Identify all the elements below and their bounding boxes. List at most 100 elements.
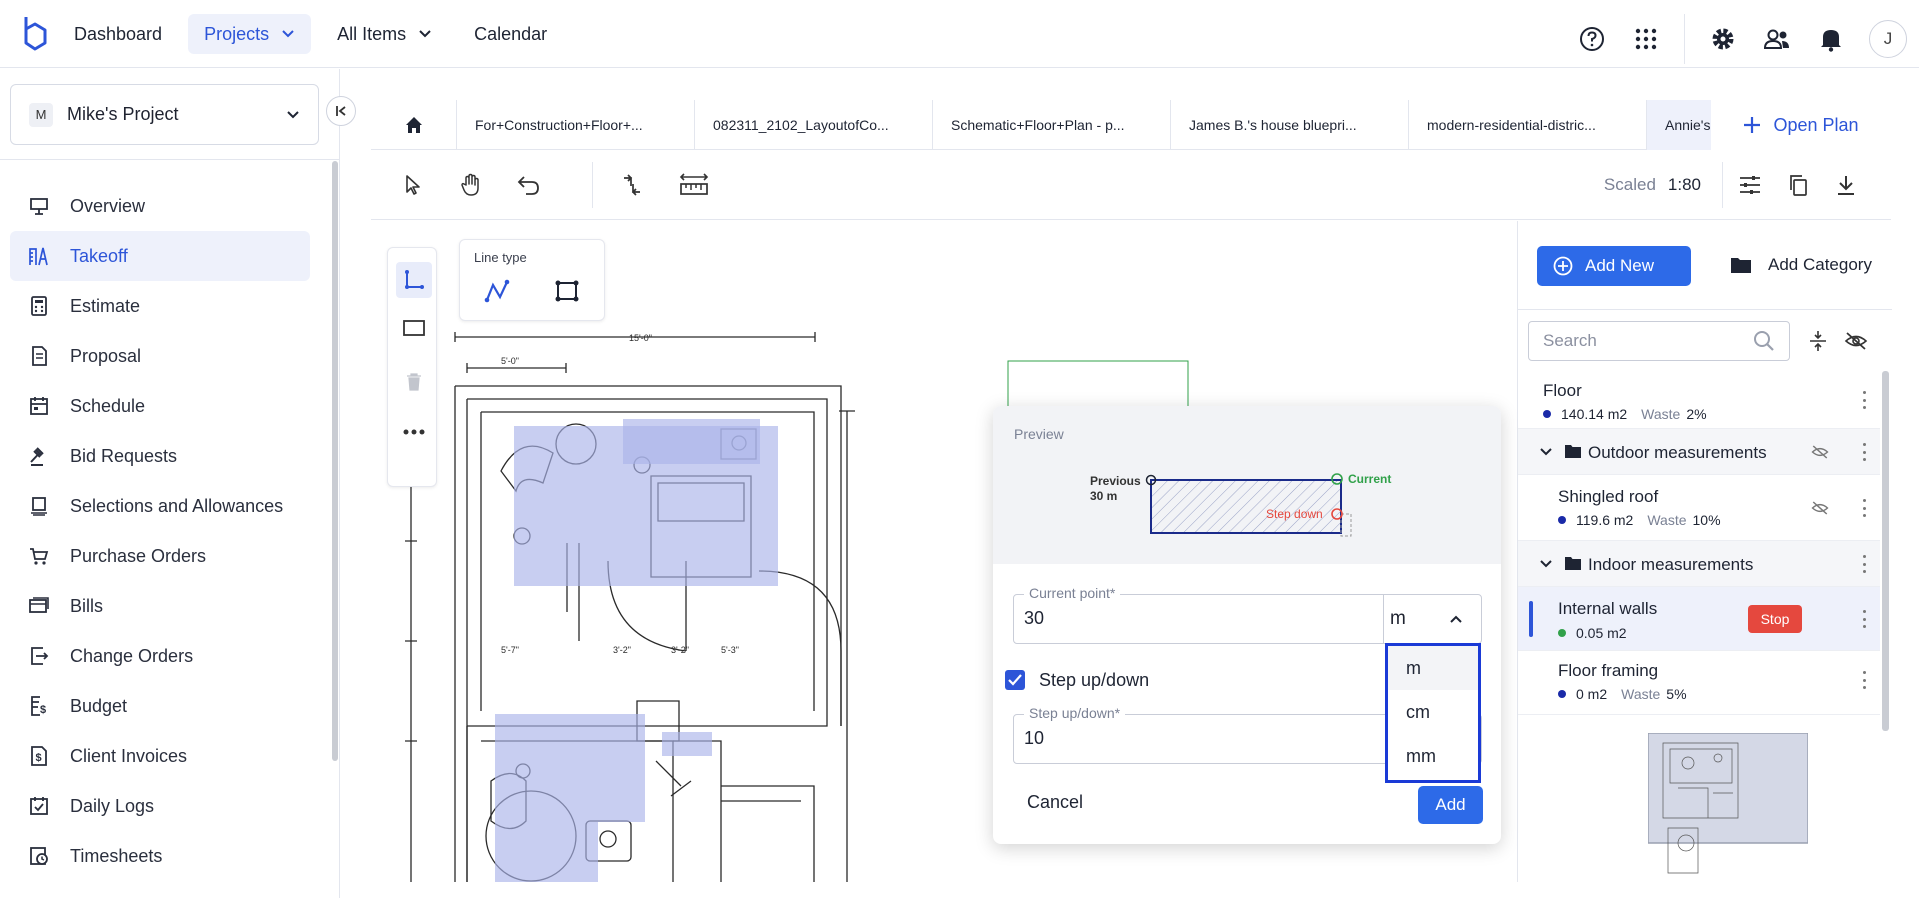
more-vertical-icon[interactable] [1860, 391, 1868, 409]
nav-dashboard[interactable]: Dashboard [58, 14, 178, 54]
preview-area: Preview Previous 30 m Current Step down [993, 406, 1501, 564]
hide-all-button[interactable] [1842, 327, 1870, 355]
sidebar-item-client-invoices[interactable]: $ Client Invoices [10, 731, 310, 781]
area-tool[interactable] [396, 310, 432, 346]
collapse-sidebar-button[interactable] [326, 96, 356, 126]
pan-tool[interactable] [454, 168, 488, 202]
download-button[interactable] [1829, 168, 1863, 202]
apps-grid-icon[interactable] [1630, 23, 1662, 55]
category-row[interactable]: Indoor measurements [1518, 541, 1880, 587]
rotate-button[interactable] [615, 168, 649, 202]
more-vertical-icon[interactable] [1860, 443, 1868, 461]
undo-button[interactable] [512, 168, 546, 202]
users-icon[interactable] [1761, 23, 1793, 55]
nav-dashboard-label: Dashboard [74, 23, 163, 44]
polyline-type-icon[interactable] [484, 278, 510, 304]
more-vertical-icon[interactable] [1860, 555, 1868, 573]
unit-option-mm[interactable]: mm [1388, 734, 1478, 778]
sidebar-item-overview[interactable]: Overview [10, 181, 310, 231]
color-dot [1558, 690, 1566, 698]
waste-value: 5% [1666, 686, 1687, 702]
avatar[interactable]: J [1869, 20, 1907, 58]
stop-button[interactable]: Stop [1748, 605, 1802, 633]
nav-projects[interactable]: Projects [188, 14, 312, 54]
sidebar-item-schedule[interactable]: Schedule [10, 381, 310, 431]
cancel-button[interactable]: Cancel [1027, 792, 1083, 813]
calculator-icon [28, 295, 50, 317]
list-item[interactable]: Floor framing 0 m2 Waste 5% [1518, 651, 1880, 715]
tab-plan-1[interactable]: For+Construction+Floor+... [457, 100, 695, 150]
chevron-down-icon[interactable] [1540, 559, 1552, 569]
panel-scrollbar[interactable] [1882, 371, 1889, 731]
category-row[interactable]: Outdoor measurements [1518, 429, 1880, 475]
step-up-down-checkbox[interactable] [1005, 670, 1025, 690]
collapse-vertical-icon [1810, 331, 1826, 351]
step-up-down-value[interactable]: 10 [1024, 728, 1044, 749]
current-point-value[interactable]: 30 [1024, 608, 1044, 629]
eye-off-icon[interactable] [1811, 500, 1829, 516]
unit-option-m[interactable]: m [1388, 646, 1478, 690]
sidebar-item-change-orders[interactable]: Change Orders [10, 631, 310, 681]
sliders-icon [1740, 176, 1760, 194]
more-tools-button[interactable] [396, 414, 432, 450]
collapse-all-button[interactable] [1804, 327, 1832, 355]
help-icon[interactable] [1576, 23, 1608, 55]
waste-label: Waste [1621, 686, 1661, 702]
add-category-button[interactable]: Add Category [1730, 255, 1872, 275]
list-item[interactable]: Floor 140.14 m2 Waste 2% [1518, 371, 1880, 429]
dimension-label: 5'-0" [501, 356, 519, 366]
sidebar-scrollbar[interactable] [332, 161, 338, 761]
current-point-field[interactable]: Current point* 30 m [1013, 585, 1482, 644]
tab-plan-4[interactable]: James B.'s house bluepri... [1171, 100, 1409, 150]
sidebar-item-proposal[interactable]: Proposal [10, 331, 310, 381]
copy-button[interactable] [1781, 168, 1815, 202]
nav-all-items[interactable]: All Items [321, 14, 448, 54]
list-item-active[interactable]: Internal walls 0.05 m2 Stop [1518, 587, 1880, 651]
sidebar-item-purchase-orders[interactable]: Purchase Orders [10, 531, 310, 581]
delete-tool[interactable] [396, 364, 432, 400]
gear-icon[interactable] [1707, 23, 1739, 55]
folder-icon [1565, 445, 1581, 458]
unit-option-cm[interactable]: cm [1388, 690, 1478, 734]
tab-home[interactable] [371, 100, 457, 150]
tab-plan-3[interactable]: Schematic+Floor+Plan - p... [933, 100, 1171, 150]
bell-icon[interactable] [1815, 23, 1847, 55]
nav-calendar[interactable]: Calendar [458, 14, 563, 54]
open-plan-button[interactable]: Open Plan [1711, 100, 1891, 150]
line-type-label: Line type [474, 250, 527, 265]
waste-value: 10% [1692, 512, 1721, 528]
chevron-down-icon[interactable] [1540, 447, 1552, 457]
line-tool[interactable] [396, 262, 432, 298]
sidebar-item-daily-logs[interactable]: Daily Logs [10, 781, 310, 831]
list-item[interactable]: Shingled roof 119.6 m2 Waste 10% [1518, 475, 1880, 541]
more-vertical-icon[interactable] [1860, 610, 1868, 628]
add-new-button[interactable]: Add New [1537, 246, 1691, 286]
more-vertical-icon[interactable] [1860, 671, 1868, 689]
item-value: 0.05 m2 [1576, 625, 1627, 641]
tab-plan-5[interactable]: modern-residential-distric... [1409, 100, 1647, 150]
sidebar: M Mike's Project Overview Takeoff Estima… [0, 69, 356, 898]
app-logo[interactable] [20, 13, 50, 53]
rectangle-type-icon[interactable] [554, 278, 580, 304]
sidebar-item-budget[interactable]: $ Budget [10, 681, 310, 731]
sidebar-item-takeoff[interactable]: Takeoff [10, 231, 310, 281]
filter-settings-button[interactable] [1733, 168, 1767, 202]
sidebar-item-bills[interactable]: Bills [10, 581, 310, 631]
tab-plan-2[interactable]: 082311_2102_LayoutofCo... [695, 100, 933, 150]
sidebar-item-selections[interactable]: Selections and Allowances [10, 481, 310, 531]
search-input[interactable]: Search [1528, 321, 1790, 361]
scale-button[interactable] [677, 168, 711, 202]
add-button[interactable]: Add [1418, 786, 1483, 824]
unit-select[interactable]: m [1383, 595, 1481, 643]
takeoff-icon [28, 245, 50, 267]
plan-minimap[interactable] [1647, 732, 1809, 882]
search-icon[interactable] [1753, 330, 1775, 352]
sidebar-item-timesheets[interactable]: Timesheets [10, 831, 310, 881]
pointer-tool[interactable] [396, 168, 430, 202]
eye-off-icon[interactable] [1811, 444, 1829, 460]
sidebar-item-estimate[interactable]: Estimate [10, 281, 310, 331]
tab-plan-6[interactable]: Annie's [1647, 100, 1712, 150]
more-vertical-icon[interactable] [1860, 499, 1868, 517]
sidebar-item-bid-requests[interactable]: Bid Requests [10, 431, 310, 481]
project-selector[interactable]: M Mike's Project [10, 84, 319, 145]
